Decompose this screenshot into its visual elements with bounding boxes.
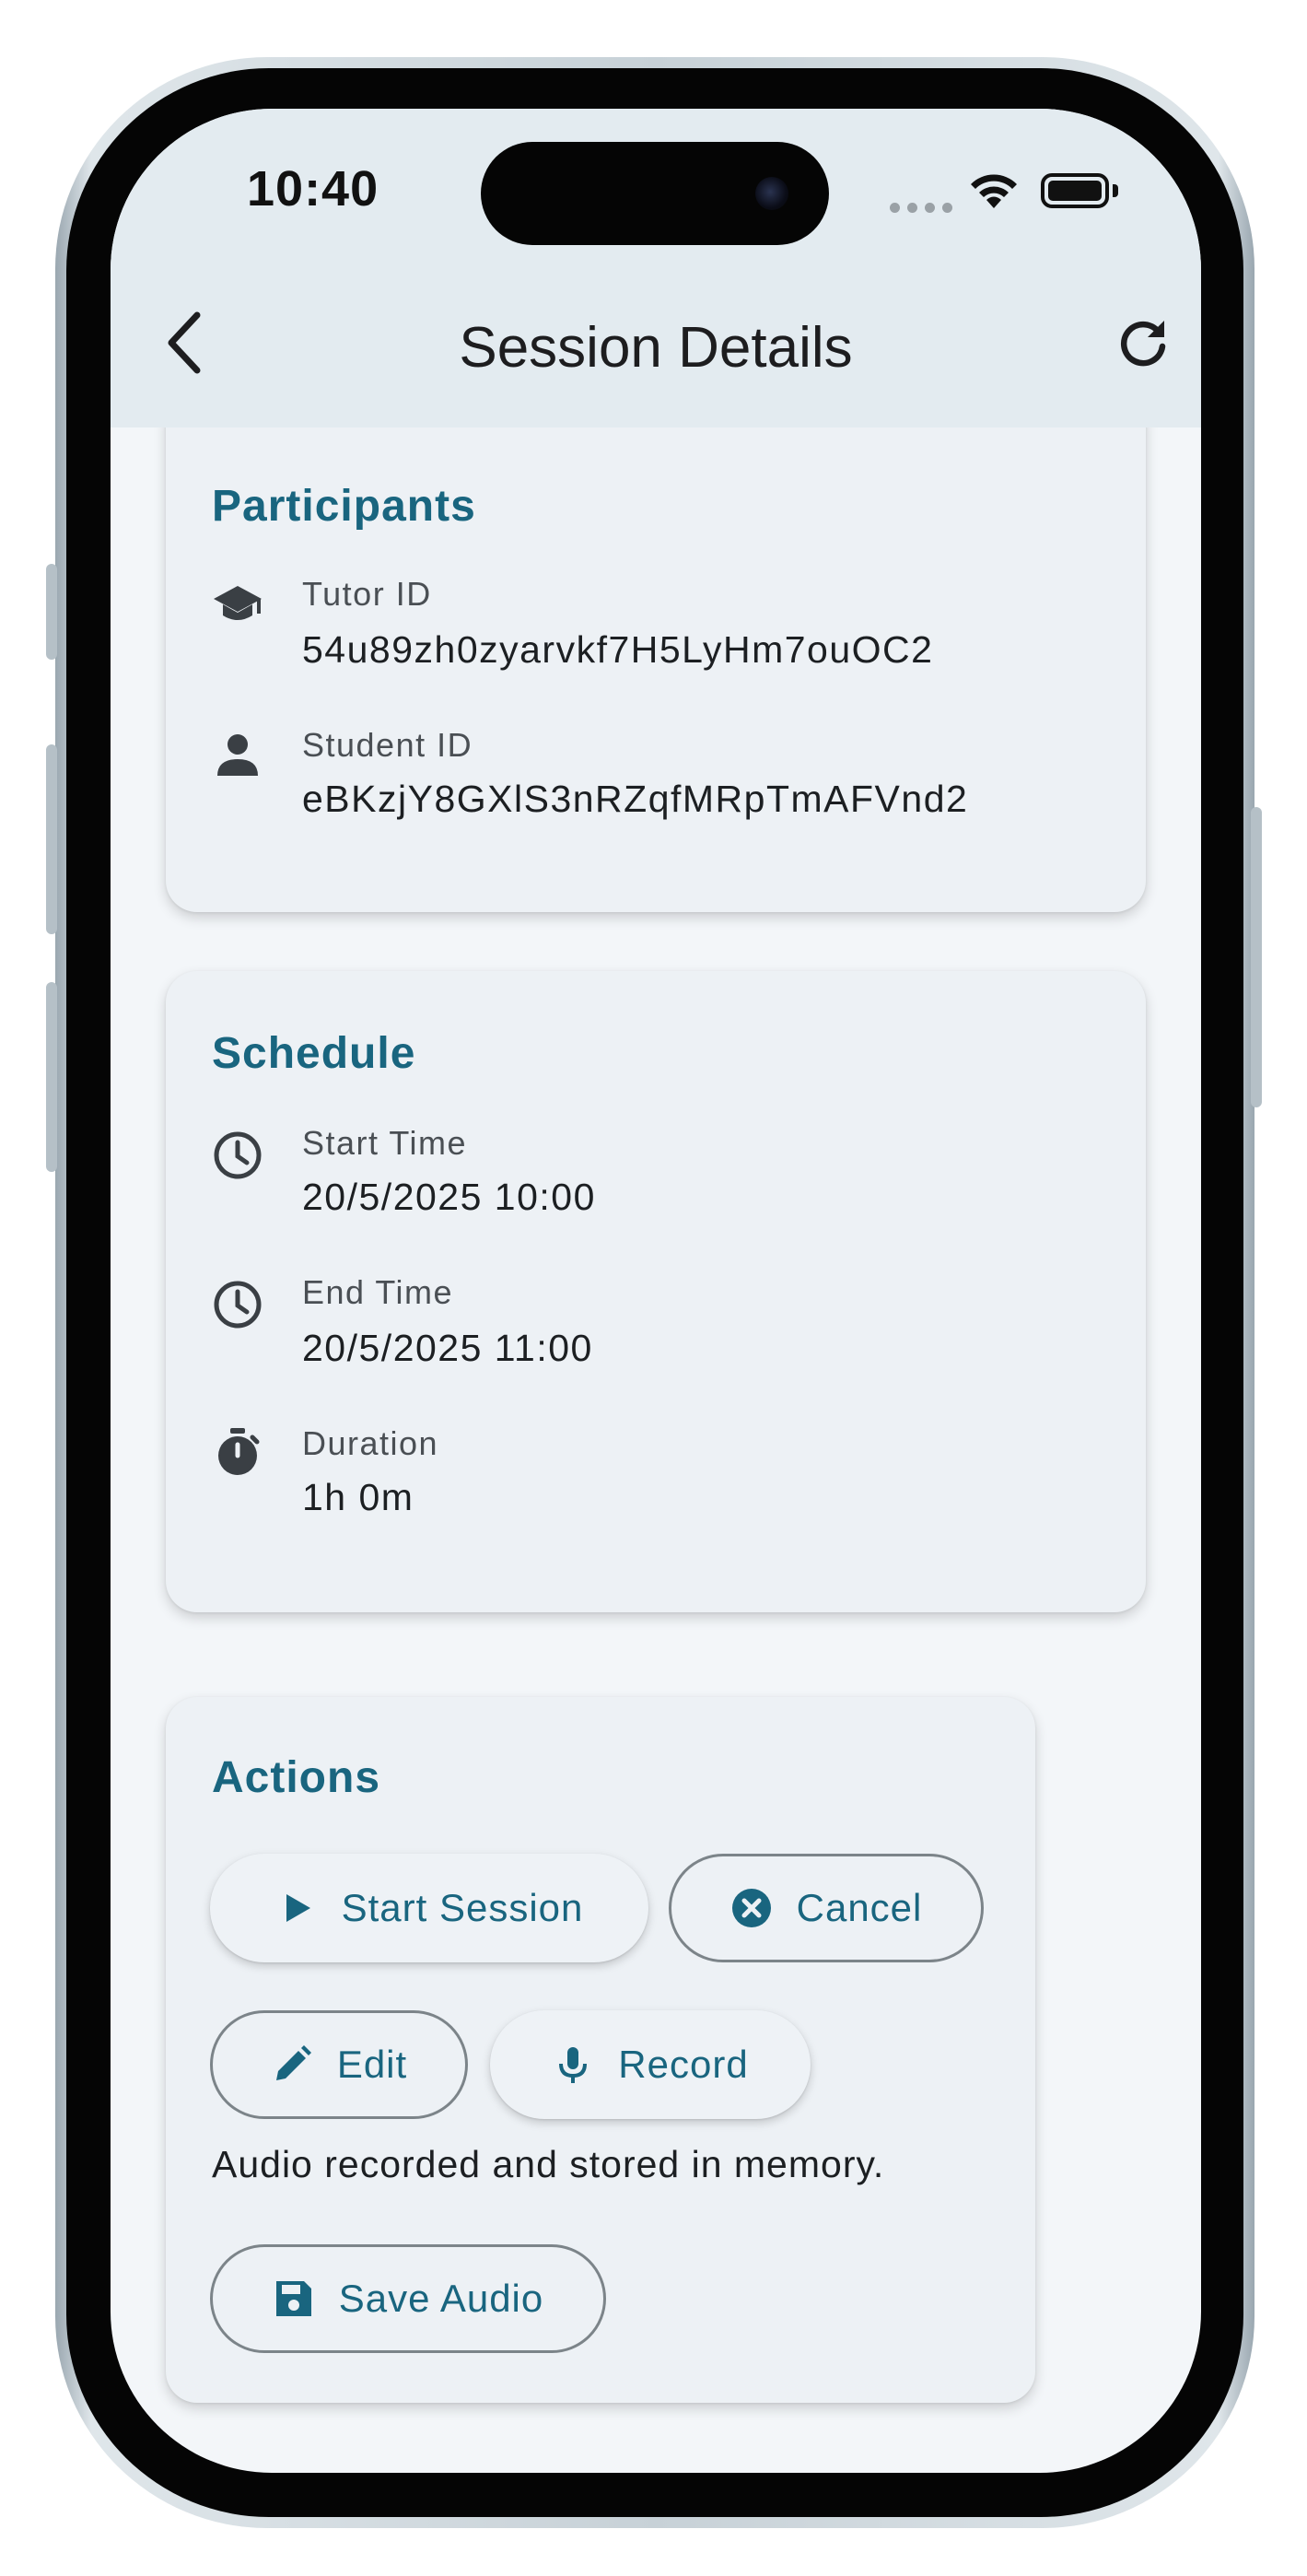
wifi-icon (971, 174, 1017, 208)
card-title: Participants (212, 482, 476, 531)
dynamic-island (481, 142, 829, 245)
timer-icon (218, 1428, 260, 1475)
pencil-icon (275, 2045, 311, 2080)
save-icon (275, 2281, 311, 2316)
edit-label: Edit (336, 2043, 408, 2086)
save-audio-label: Save Audio (338, 2277, 544, 2320)
record-label: Record (618, 2043, 749, 2086)
duration-value: 1h 0m (302, 1476, 414, 1518)
battery-tip (1113, 184, 1118, 197)
actions-card: Actions Start Session Cancel Edit Record… (166, 1697, 1035, 2403)
person-icon (217, 734, 258, 776)
schedule-card: Schedule Start Time 20/5/2025 10:00 End … (166, 971, 1146, 1612)
volume-up-button (46, 744, 57, 934)
recording-status-message: Audio recorded and stored in memory. (212, 2143, 885, 2185)
record-button[interactable]: Record (490, 2010, 811, 2119)
card-title: Schedule (212, 1029, 416, 1078)
save-audio-button[interactable]: Save Audio (210, 2244, 606, 2353)
start-time-label: Start Time (302, 1124, 468, 1162)
app-bar: 10:40 Session Details (111, 109, 1201, 427)
start-time-value: 20/5/2025 10:00 (302, 1176, 596, 1218)
front-camera (755, 177, 788, 210)
start-session-button[interactable]: Start Session (210, 1854, 648, 1962)
scroll-content[interactable]: Participants Tutor ID 54u89zh0zyarvkf7H5… (111, 427, 1201, 2473)
end-time-value: 20/5/2025 11:00 (302, 1327, 593, 1369)
participants-card: Participants Tutor ID 54u89zh0zyarvkf7H5… (166, 427, 1146, 912)
clock-icon (214, 1281, 262, 1329)
start-session-label: Start Session (341, 1886, 584, 1929)
cancel-circle-icon (731, 1889, 771, 1927)
duration-label: Duration (302, 1424, 439, 1462)
battery-icon (1041, 173, 1109, 208)
student-id-label: Student ID (302, 726, 473, 764)
student-id-value: eBKzjY8GXlS3nRZqfMRpTmAFVnd2 (302, 778, 969, 820)
cancel-button[interactable]: Cancel (669, 1854, 984, 1962)
microphone-icon (559, 2047, 588, 2083)
clock-icon (214, 1131, 262, 1179)
status-time: 10:40 (247, 161, 379, 217)
tutor-id-value: 54u89zh0zyarvkf7H5LyHm7ouOC2 (302, 628, 934, 671)
card-title: Actions (212, 1753, 381, 1802)
power-button (1251, 807, 1262, 1107)
phone-screen: 10:40 Session Details Participants Tutor… (111, 109, 1201, 2473)
graduation-cap-icon (214, 586, 262, 620)
action-button (46, 564, 57, 660)
page-title: Session Details (459, 316, 853, 380)
refresh-icon[interactable] (1114, 315, 1172, 372)
cancel-label: Cancel (796, 1886, 923, 1929)
volume-down-button (46, 982, 57, 1172)
edit-button[interactable]: Edit (210, 2010, 468, 2119)
tutor-id-label: Tutor ID (302, 575, 432, 613)
end-time-label: End Time (302, 1273, 454, 1311)
play-icon (286, 1894, 310, 1922)
cellular-signal-icon (890, 203, 952, 213)
